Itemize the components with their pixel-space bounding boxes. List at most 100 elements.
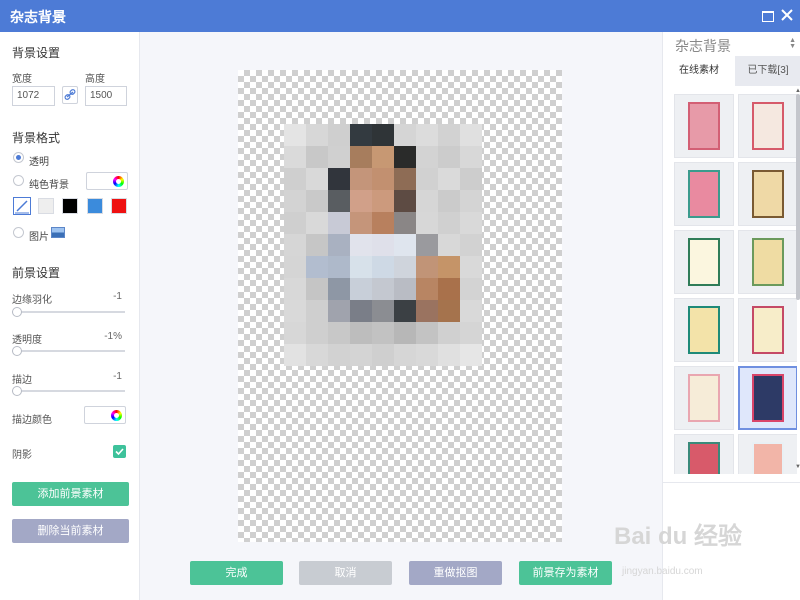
shadow-label: 阴影 <box>12 450 32 461</box>
mosaic-cell <box>394 168 416 190</box>
mosaic-cell <box>438 124 460 146</box>
mosaic-cell <box>350 322 372 344</box>
edge-feather-slider[interactable] <box>12 311 125 313</box>
thumbnail-image <box>752 238 784 286</box>
edge-feather-knob[interactable] <box>12 307 22 317</box>
mosaic-cell <box>350 190 372 212</box>
swatch-black[interactable] <box>62 198 78 214</box>
material-thumbnail[interactable] <box>738 94 797 158</box>
material-thumbnail[interactable] <box>674 230 734 294</box>
opacity-value: -1% <box>104 331 122 342</box>
material-thumbnail[interactable] <box>738 298 797 362</box>
width-input[interactable]: 1072 <box>12 86 55 106</box>
material-thumbnail[interactable] <box>674 94 734 158</box>
custom-color-swatch[interactable] <box>13 197 31 215</box>
mosaic-cell <box>460 234 482 256</box>
mosaic-cell <box>460 146 482 168</box>
stroke-color-picker[interactable] <box>84 406 126 424</box>
dropdown-icon[interactable]: ▲ ▼ <box>789 37 796 50</box>
done-button[interactable]: 完成 <box>190 561 283 585</box>
mosaic-cell <box>350 300 372 322</box>
mosaic-cell <box>394 322 416 344</box>
width-label: 宽度 <box>12 74 32 85</box>
thumbnail-image <box>752 102 784 150</box>
maximize-icon[interactable] <box>760 8 774 22</box>
mosaic-cell <box>394 234 416 256</box>
material-thumbnail[interactable] <box>674 298 734 362</box>
scroll-down-icon[interactable]: ▼ <box>795 464 800 470</box>
save-fg-button[interactable]: 前景存为素材 <box>519 561 612 585</box>
add-fg-button[interactable]: 添加前景素材 <box>12 482 129 506</box>
height-input[interactable]: 1500 <box>85 86 127 106</box>
image-icon[interactable] <box>51 227 65 238</box>
mosaic-cell <box>372 344 394 366</box>
cancel-button[interactable]: 取消 <box>299 561 392 585</box>
height-label: 高度 <box>85 74 105 85</box>
material-thumbnail[interactable] <box>738 434 797 474</box>
mosaic-cell <box>284 322 306 344</box>
scrollbar[interactable] <box>796 94 800 300</box>
radio-image[interactable] <box>13 227 24 238</box>
delete-fg-button[interactable]: 删除当前素材 <box>12 519 129 543</box>
swatch-red[interactable] <box>111 198 127 214</box>
recut-button[interactable]: 重做抠图 <box>409 561 502 585</box>
mosaic-cell <box>306 146 328 168</box>
mosaic-cell <box>328 212 350 234</box>
swatch-blue[interactable] <box>87 198 103 214</box>
material-thumbnail[interactable] <box>674 434 734 474</box>
material-thumbnail[interactable] <box>738 366 797 430</box>
mosaic-cell <box>350 168 372 190</box>
swatch-light[interactable] <box>38 198 54 214</box>
thumbnail-image <box>752 374 784 422</box>
stroke-label: 描边 <box>12 375 32 386</box>
stroke-value: -1 <box>113 371 122 382</box>
mosaic-cell <box>328 300 350 322</box>
material-category-select[interactable]: 杂志背景 <box>675 36 731 56</box>
mosaic-cell <box>372 300 394 322</box>
material-thumbnail[interactable] <box>674 162 734 226</box>
material-thumbnail[interactable] <box>738 162 797 226</box>
opacity-slider[interactable] <box>12 350 125 352</box>
stroke-knob[interactable] <box>12 386 22 396</box>
solid-bg-label: 纯色背景 <box>29 180 69 191</box>
mosaic-cell <box>372 256 394 278</box>
material-thumbnail[interactable] <box>674 366 734 430</box>
mosaic-cell <box>350 212 372 234</box>
mosaic-cell <box>328 168 350 190</box>
mosaic-cell <box>284 278 306 300</box>
mosaic-cell <box>328 234 350 256</box>
thumbnail-image <box>688 306 720 354</box>
close-icon[interactable] <box>780 8 794 22</box>
material-thumbnail[interactable] <box>738 230 797 294</box>
tab-online[interactable]: 在线素材 <box>663 56 735 86</box>
shadow-checkbox[interactable] <box>113 445 126 458</box>
mosaic-cell <box>438 234 460 256</box>
mosaic-cell <box>284 124 306 146</box>
watermark-url: jingyan.baidu.com <box>622 566 703 577</box>
mosaic-cell <box>350 234 372 256</box>
mosaic-cell <box>350 146 372 168</box>
image-label: 图片 <box>29 232 49 243</box>
tab-downloaded[interactable]: 已下载[3] <box>735 56 800 86</box>
preview-canvas[interactable] <box>238 70 562 542</box>
edge-feather-label: 边缘羽化 <box>12 295 52 306</box>
link-ratio-icon[interactable] <box>62 86 78 104</box>
window-title: 杂志背景 <box>10 9 66 25</box>
mosaic-cell <box>372 278 394 300</box>
radio-solid-bg[interactable] <box>13 175 24 186</box>
mosaic-cell <box>438 256 460 278</box>
radio-transparent[interactable] <box>13 152 24 163</box>
opacity-knob[interactable] <box>12 346 22 356</box>
mosaic-cell <box>438 300 460 322</box>
mosaic-cell <box>416 146 438 168</box>
transparent-label: 透明 <box>29 157 49 168</box>
mosaic-cell <box>438 168 460 190</box>
mosaic-cell <box>416 190 438 212</box>
stroke-slider[interactable] <box>12 390 125 392</box>
mosaic-cell <box>328 256 350 278</box>
mosaic-cell <box>372 234 394 256</box>
mosaic-cell <box>394 256 416 278</box>
thumbnail-image <box>688 170 720 218</box>
bg-color-picker[interactable] <box>86 172 128 190</box>
title-bar: 杂志背景 <box>0 0 800 32</box>
